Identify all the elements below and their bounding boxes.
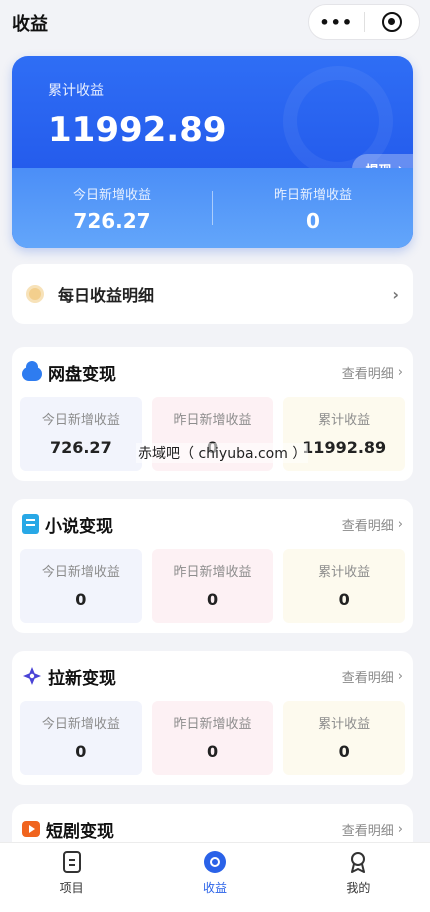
cell-value: 0 [206, 742, 219, 761]
today-stat: 今日新增收益 726.27 [12, 184, 212, 233]
view-details-link[interactable]: 查看明细 › [342, 820, 403, 839]
cell-value: 726.27 [49, 438, 112, 457]
cell-value: 0 [338, 590, 350, 609]
cell-label: 昨日新增收益 [173, 413, 252, 428]
chevron-right-icon: › [397, 516, 403, 532]
novel-earnings-card: 小说变现 查看明细 › 今日新增收益 0 昨日新增收益 0 累计收益 0 [12, 499, 413, 633]
view-details-label: 查看明细 [341, 518, 394, 534]
card-header: 小说变现 查看明细 › [22, 511, 403, 537]
more-dots-icon: ••• [319, 12, 354, 32]
referral-earnings-card: 拉新变现 查看明细 › 今日新增收益 0 昨日新增收益 0 累计收益 0 [12, 651, 413, 785]
cell-value: 0 [206, 590, 219, 609]
chevron-right-icon: › [392, 284, 399, 304]
daily-earnings-detail-row[interactable]: 每日收益明细 › [12, 264, 413, 324]
play-icon [22, 821, 40, 837]
yesterday-stat: 昨日新增收益 0 [213, 184, 413, 233]
today-earnings-label: 今日新增收益 [72, 187, 151, 203]
cell-value: 0 [338, 742, 350, 761]
card-header: 拉新变现 查看明细 › [22, 663, 403, 689]
top-bar: 收益 ••• [0, 0, 430, 46]
today-cell: 今日新增收益 0 [20, 549, 142, 623]
card-title: 短剧变现 [46, 821, 114, 842]
today-cell: 今日新增收益 726.27 [20, 397, 142, 471]
document-icon [62, 851, 81, 873]
view-details-label: 查看明细 [341, 670, 394, 686]
view-details-label: 查看明细 [341, 823, 394, 839]
view-details-label: 查看明细 [341, 366, 394, 382]
watermark-text: 赤域吧（ chiyuba.com ） [136, 443, 309, 463]
tab-projects[interactable]: 项目 [0, 843, 143, 912]
coin-icon [203, 851, 226, 873]
card-header: 网盘变现 查看明细 › [22, 359, 403, 385]
chevron-right-icon: › [397, 668, 403, 684]
tab-label: 我的 [346, 881, 371, 895]
cell-label: 累计收益 [318, 565, 371, 580]
yesterday-earnings-label: 昨日新增收益 [273, 187, 352, 203]
page-title: 收益 [12, 14, 48, 35]
coin-icon [26, 285, 44, 303]
cell-label: 今日新增收益 [41, 565, 120, 580]
earnings-summary-card: 累计收益 11992.89 提现 › 今日新增收益 726.27 昨日新增收益 … [12, 56, 413, 248]
stat-cells: 今日新增收益 0 昨日新增收益 0 累计收益 0 [20, 701, 406, 775]
today-cell: 今日新增收益 0 [20, 701, 142, 775]
chevron-right-icon: › [397, 364, 403, 380]
yesterday-earnings-value: 0 [306, 208, 320, 233]
stat-cells: 今日新增收益 0 昨日新增收益 0 累计收益 0 [20, 549, 406, 623]
book-icon [22, 514, 39, 534]
yesterday-cell: 昨日新增收益 0 [151, 701, 274, 775]
tab-earnings[interactable]: 收益 [143, 843, 286, 912]
yesterday-cell: 昨日新增收益 0 [151, 549, 274, 623]
view-details-link[interactable]: 查看明细 › [342, 363, 403, 382]
cell-label: 今日新增收益 [41, 717, 120, 732]
total-earnings-value: 11992.89 [48, 110, 227, 150]
cell-label: 昨日新增收益 [173, 717, 252, 732]
tab-label: 项目 [59, 881, 84, 895]
mini-program-capsule: ••• [308, 4, 420, 40]
cell-label: 今日新增收益 [41, 413, 120, 428]
tab-mine[interactable]: 我的 [287, 843, 430, 912]
card-title: 小说变现 [45, 516, 113, 537]
more-button[interactable]: ••• [309, 5, 364, 39]
close-button[interactable] [365, 5, 420, 39]
card-header: 短剧变现 查看明细 › [22, 816, 403, 842]
total-cell: 累计收益 0 [283, 549, 406, 623]
cell-value: 0 [75, 590, 87, 609]
earnings-stats-row: 今日新增收益 726.27 昨日新增收益 0 [12, 168, 413, 248]
chevron-right-icon: › [397, 821, 403, 837]
medal-icon [351, 852, 366, 873]
today-earnings-value: 726.27 [73, 208, 151, 233]
cell-label: 累计收益 [318, 413, 371, 428]
cell-label: 昨日新增收益 [173, 565, 252, 580]
target-icon [381, 12, 402, 32]
total-cell: 累计收益 0 [283, 701, 406, 775]
view-details-link[interactable]: 查看明细 › [342, 667, 403, 686]
daily-earnings-label: 每日收益明细 [58, 286, 155, 305]
cell-label: 累计收益 [318, 717, 371, 732]
total-earnings-label: 累计收益 [48, 83, 104, 99]
card-title: 拉新变现 [48, 668, 116, 689]
card-title: 网盘变现 [48, 364, 116, 385]
tab-label: 收益 [202, 881, 227, 895]
view-details-link[interactable]: 查看明细 › [342, 515, 403, 534]
cell-value: 0 [75, 742, 87, 761]
cloud-icon [22, 361, 42, 381]
sparkle-icon [23, 667, 41, 685]
bottom-tab-bar: 项目 收益 我的 [0, 842, 430, 912]
